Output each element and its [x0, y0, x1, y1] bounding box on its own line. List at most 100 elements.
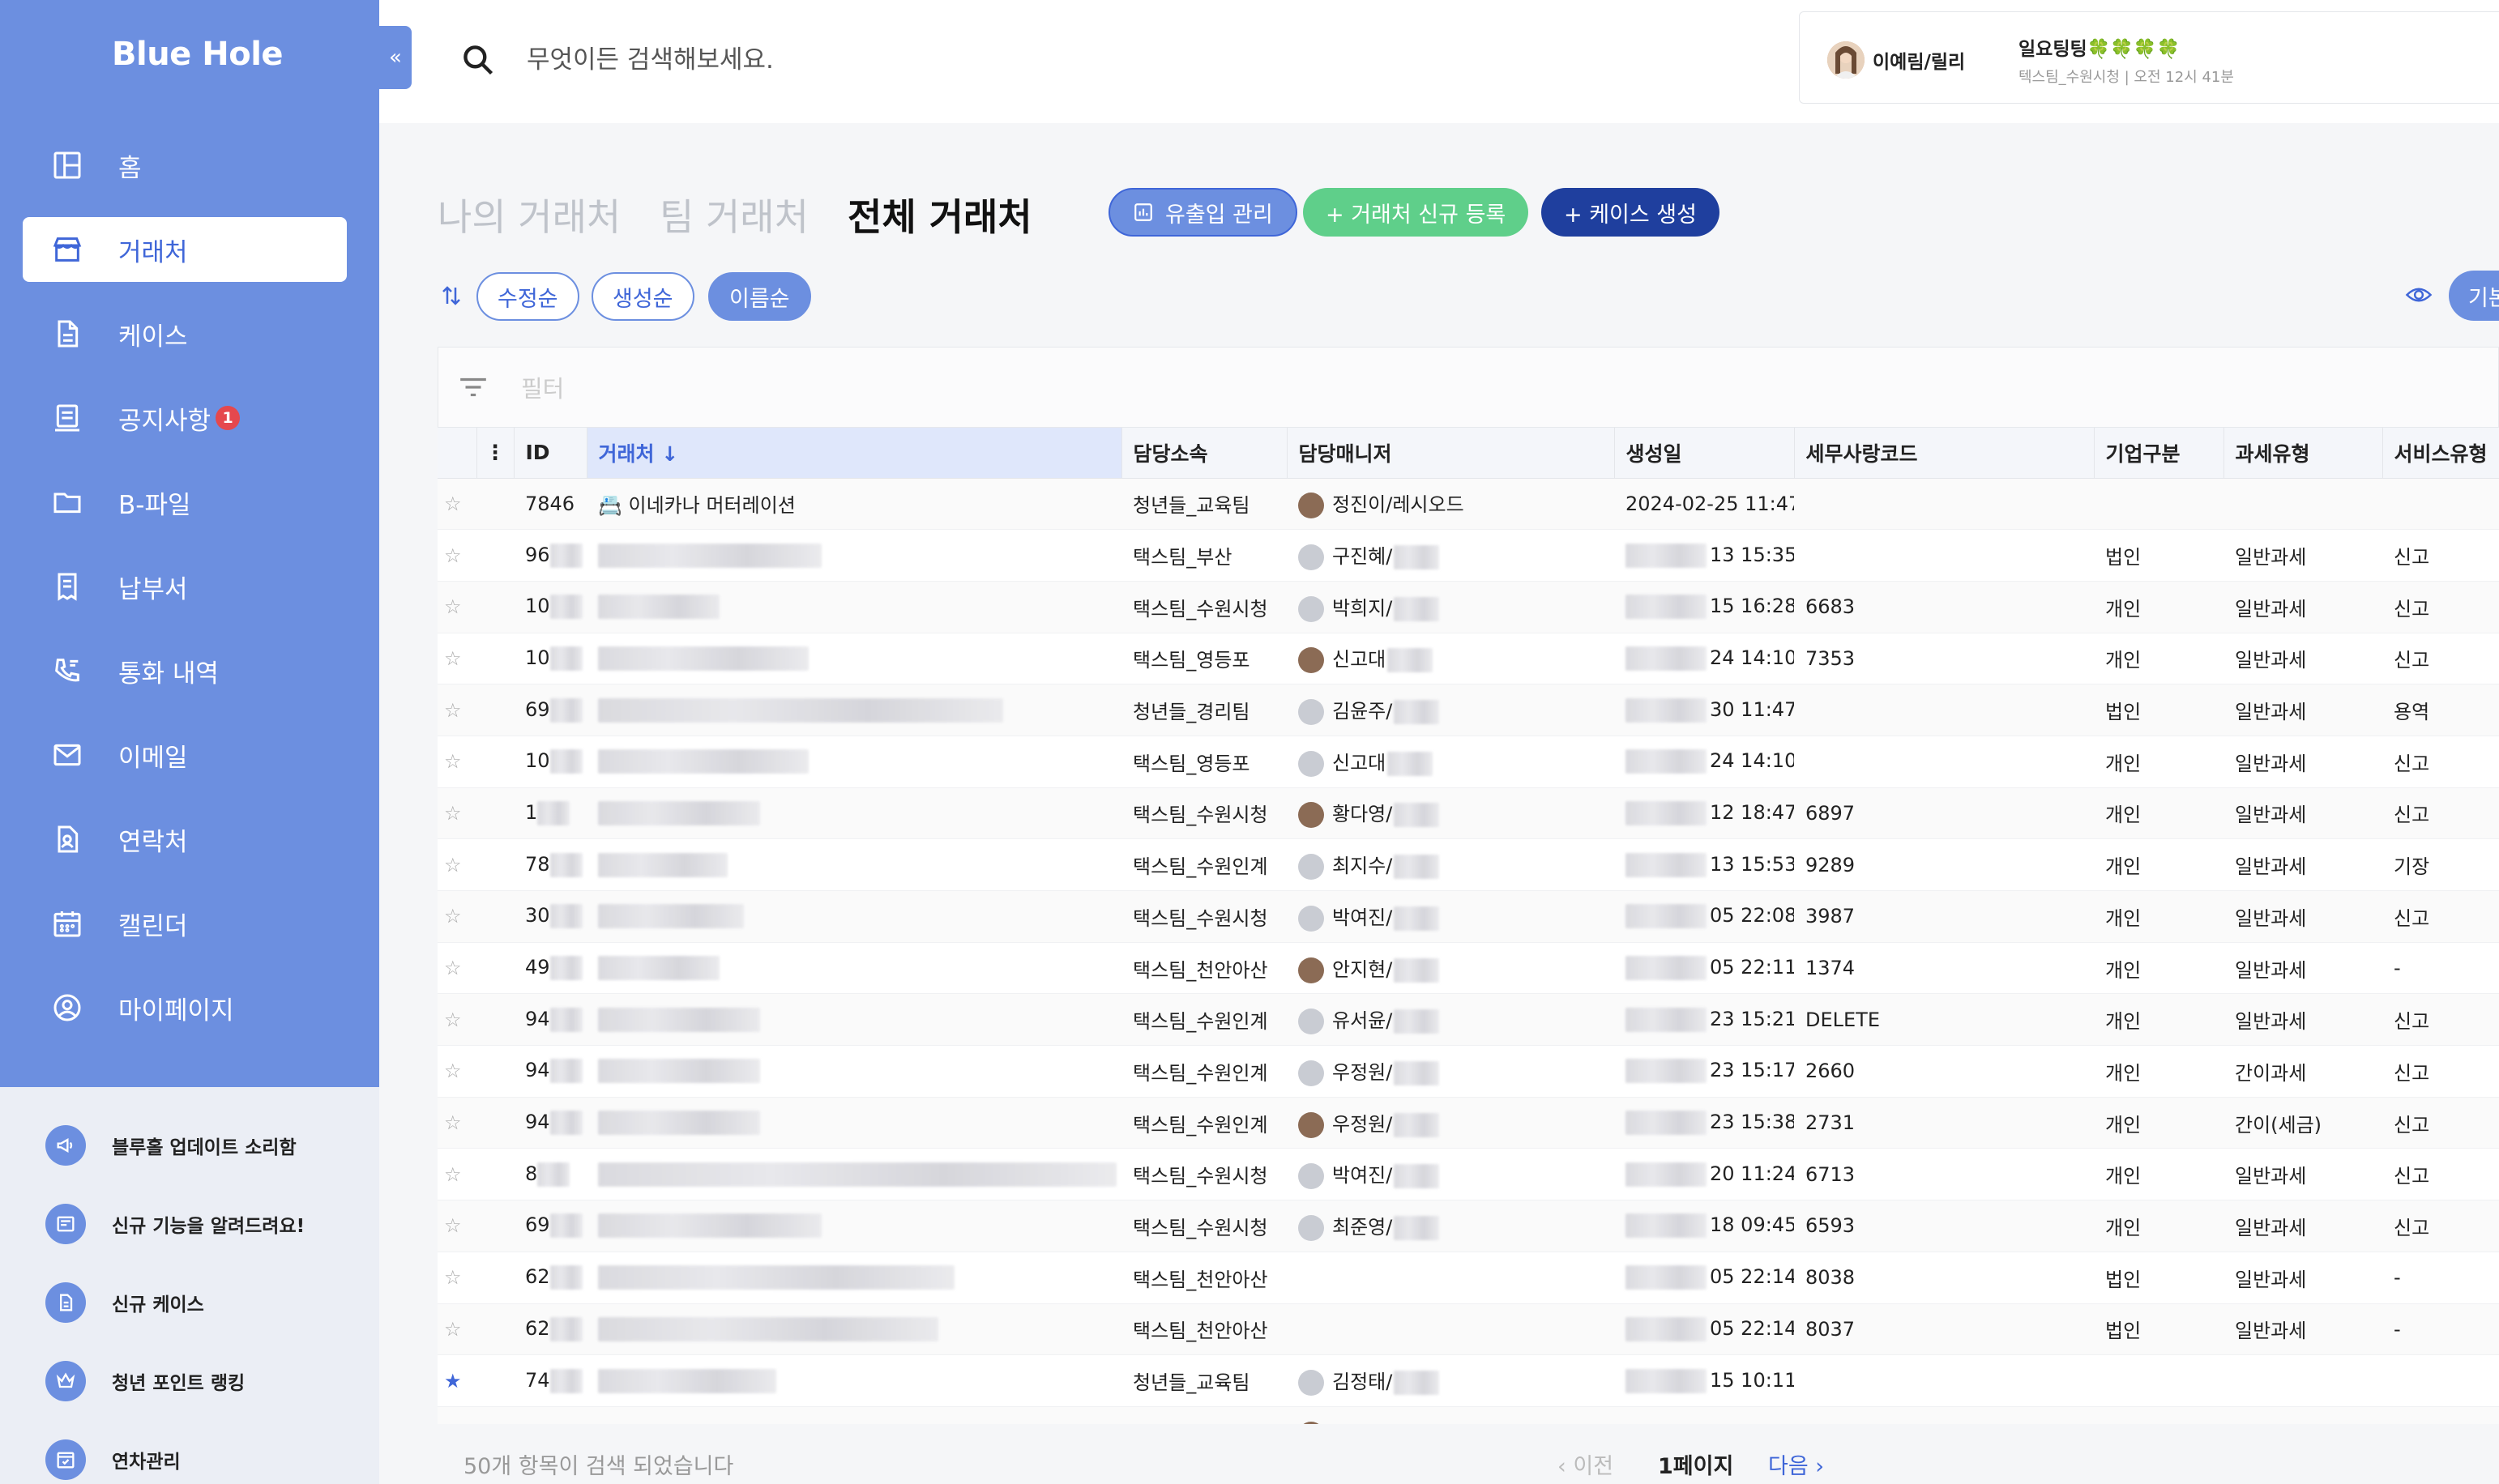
favorite-star-icon[interactable]: ☆ — [438, 1252, 476, 1304]
client-cell[interactable] — [587, 1045, 1121, 1098]
table-row[interactable]: ☆ 9248 📇 (사)한국빅데이터서비스협회 택스팀_청주원정수/라보떼 2024-1… — [438, 1406, 2499, 1424]
client-cell[interactable]: 📇 (사)한국빅데이터서비스협회 — [587, 1406, 1121, 1424]
sidebar-item-folder[interactable]: B-파일 — [23, 470, 347, 535]
favorite-star-icon[interactable]: ☆ — [438, 1097, 476, 1149]
client-cell[interactable] — [587, 1148, 1121, 1201]
client-cell[interactable] — [587, 890, 1121, 943]
favorite-star-icon[interactable]: ☆ — [438, 1406, 476, 1424]
next-page-button[interactable]: 다음 › — [1768, 1448, 1824, 1480]
sidebar-item-notice[interactable]: 공지사항 1 — [23, 386, 347, 450]
new-client-button[interactable]: + 거래처 신규 등록 — [1303, 188, 1529, 237]
client-cell[interactable] — [587, 1097, 1121, 1149]
favorite-star-icon[interactable]: ☆ — [438, 736, 476, 788]
client-cell[interactable] — [587, 581, 1121, 633]
sidebar-item-user-circle[interactable]: 마이페이지 — [23, 975, 347, 1040]
table-row[interactable]: ☆ 62 택스팀_천안아산 05 22:14 8038 법인 일반과세 - — [438, 1252, 2499, 1304]
table-row[interactable]: ☆ 69 택스팀_수원시청 최준영/18 09:45 6593 개인 일반과세 신고 — [438, 1200, 2499, 1252]
column-manager[interactable]: 담당매니저 — [1287, 428, 1615, 479]
sort-created-button[interactable]: 생성순 — [592, 272, 694, 321]
sidebar-item-document[interactable]: 케이스 — [23, 301, 347, 366]
sidebar-item-contact[interactable]: 연락처 — [23, 807, 347, 872]
client-cell[interactable] — [587, 684, 1121, 736]
column-service-type[interactable]: 서비스유형 — [2382, 428, 2499, 479]
table-row[interactable]: ☆ 94 택스팀_수원인계 우정원/23 15:38 2731 개인 간이(세금) 신고 — [438, 1097, 2499, 1149]
table-row[interactable]: ☆ 49 택스팀_천안아산 안지현/05 22:11 1374 개인 일반과세 - — [438, 942, 2499, 995]
meeting-title[interactable]: 일요팅팅🍀🍀🍀🍀 — [2018, 33, 2180, 61]
client-cell[interactable] — [587, 1303, 1121, 1356]
tab-all-clients[interactable]: 전체 거래처 — [848, 188, 1032, 241]
client-cell[interactable]: 📇 이네카나 머터레이션 — [587, 478, 1121, 531]
client-cell[interactable] — [587, 838, 1121, 891]
table-row[interactable]: ☆ 69 청년들_경리팀 김윤주/30 11:47 법인 일반과세 용역 — [438, 684, 2499, 736]
favorite-star-icon[interactable]: ☆ — [438, 1045, 476, 1098]
favorite-star-icon[interactable]: ☆ — [438, 633, 476, 685]
collapse-sidebar-button[interactable]: « — [379, 26, 412, 89]
eye-icon[interactable] — [2405, 284, 2433, 306]
column-created[interactable]: 생성일 — [1614, 428, 1795, 479]
search-icon[interactable] — [460, 42, 496, 78]
prev-page-button[interactable]: ‹ 이전 — [1557, 1448, 1613, 1480]
favorite-star-icon[interactable]: ☆ — [438, 529, 476, 582]
client-cell[interactable] — [587, 529, 1121, 582]
client-cell[interactable] — [587, 633, 1121, 685]
favorite-star-icon[interactable]: ☆ — [438, 838, 476, 891]
favorite-star-icon[interactable]: ☆ — [438, 1148, 476, 1201]
client-cell[interactable] — [587, 942, 1121, 995]
column-id[interactable]: ID — [514, 428, 587, 479]
favorite-star-icon[interactable]: ☆ — [438, 684, 476, 736]
promo-item[interactable]: 신규 기능을 알려드려요! — [45, 1201, 370, 1247]
search-input[interactable] — [527, 36, 1256, 84]
client-cell[interactable] — [587, 993, 1121, 1047]
column-client[interactable]: 거래처 ↓ — [587, 428, 1122, 479]
favorite-star-icon[interactable]: ★ — [438, 1354, 476, 1407]
table-row[interactable]: ★ 74 청년들_교육팀 김정태/15 10:11 — [438, 1354, 2499, 1407]
table-row[interactable]: ☆ 96 택스팀_부산 구진혜/13 15:35 법인 일반과세 신고 — [438, 529, 2499, 582]
column-company-type[interactable]: 기업구분 — [2094, 428, 2224, 479]
column-tax-code[interactable]: 세무사랑코드 — [1794, 428, 2095, 479]
sidebar-item-phone[interactable]: 통화 내역 — [23, 638, 347, 703]
new-case-button[interactable]: + 케이스 생성 — [1541, 188, 1719, 237]
sidebar-item-receipt[interactable]: 납부서 — [23, 554, 347, 619]
sort-name-button[interactable]: 이름순 — [708, 272, 811, 321]
brand-logo[interactable]: Blue Hole — [112, 36, 284, 73]
inflow-management-button[interactable]: 유출입 관리 — [1109, 188, 1297, 237]
favorite-star-icon[interactable]: ☆ — [438, 942, 476, 995]
filter-bar[interactable]: 필터 — [438, 347, 2499, 428]
promo-item[interactable]: 신규 케이스 — [45, 1280, 370, 1325]
table-row[interactable]: ☆ 94 택스팀_수원인계 우정원/23 15:17 2660 개인 간이과세 신고 — [438, 1045, 2499, 1098]
table-row[interactable]: ☆ 78 택스팀_수원인계 최지수/13 15:53 9289 개인 일반과세 기장 — [438, 838, 2499, 891]
sidebar-item-store[interactable]: 거래처 — [23, 217, 347, 282]
table-row[interactable]: ☆ 62 택스팀_천안아산 05 22:14 8037 법인 일반과세 - — [438, 1303, 2499, 1356]
table-row[interactable]: ☆ 7846 📇 이네카나 머터레이션 청년들_교육팀 정진이/레시오드 2024-02-… — [438, 478, 2499, 531]
client-cell[interactable] — [587, 787, 1121, 840]
favorite-star-icon[interactable]: ☆ — [438, 478, 476, 531]
promo-item[interactable]: 블루홀 업데이트 소리함 — [45, 1123, 370, 1168]
table-row[interactable]: ☆ 10 택스팀_영등포 신고대 24 14:10 7353 개인 일반과세 신고 — [438, 633, 2499, 685]
promo-item[interactable]: 청년 포인트 랭킹 — [45, 1358, 370, 1404]
table-row[interactable]: ☆ 10 택스팀_영등포 신고대 24 14:10 개인 일반과세 신고 — [438, 736, 2499, 788]
client-cell[interactable] — [587, 1252, 1121, 1304]
table-row[interactable]: ☆ 1 택스팀_수원시청 황다영/12 18:47 6897 개인 일반과세 신고 — [438, 787, 2499, 840]
table-row[interactable]: ☆ 8 택스팀_수원시청 박여진/20 11:24 6713 개인 일반과세 신고 — [438, 1148, 2499, 1201]
favorite-star-icon[interactable]: ☆ — [438, 787, 476, 840]
table-row[interactable]: ☆ 10 택스팀_수원시청 박희지/15 16:28 6683 개인 일반과세 신고 — [438, 581, 2499, 633]
table-row[interactable]: ☆ 94 택스팀_수원인계 유서윤/23 15:21 DELETE 개인 일반과세 신고 — [438, 993, 2499, 1047]
favorite-star-icon[interactable]: ☆ — [438, 1200, 476, 1252]
sort-modified-button[interactable]: 수정순 — [476, 272, 579, 321]
column-tax-type[interactable]: 과세유형 — [2223, 428, 2383, 479]
user-card[interactable]: 이예림/릴리 일요팅팅🍀🍀🍀🍀 텍스팀_수원시청 | 오전 12시 41분 — [1799, 11, 2499, 104]
favorite-star-icon[interactable]: ☆ — [438, 581, 476, 633]
favorite-star-icon[interactable]: ☆ — [438, 890, 476, 943]
sidebar-item-calendar[interactable]: 캘린더 — [23, 891, 347, 956]
table-row[interactable]: ☆ 30 택스팀_수원시청 박여진/05 22:08 3987 개인 일반과세 신고 — [438, 890, 2499, 943]
client-cell[interactable] — [587, 1200, 1121, 1252]
sidebar-item-home[interactable]: 홈 — [23, 133, 347, 198]
column-team[interactable]: 담당소속 — [1121, 428, 1288, 479]
tab-my-clients[interactable]: 나의 거래처 — [438, 188, 621, 241]
favorite-star-icon[interactable]: ☆ — [438, 993, 476, 1047]
favorite-star-icon[interactable]: ☆ — [438, 1303, 476, 1356]
client-cell[interactable] — [587, 736, 1121, 788]
view-basic-button[interactable]: 기본 — [2449, 271, 2499, 321]
client-cell[interactable] — [587, 1354, 1121, 1407]
tab-team-clients[interactable]: 팀 거래처 — [660, 188, 809, 241]
